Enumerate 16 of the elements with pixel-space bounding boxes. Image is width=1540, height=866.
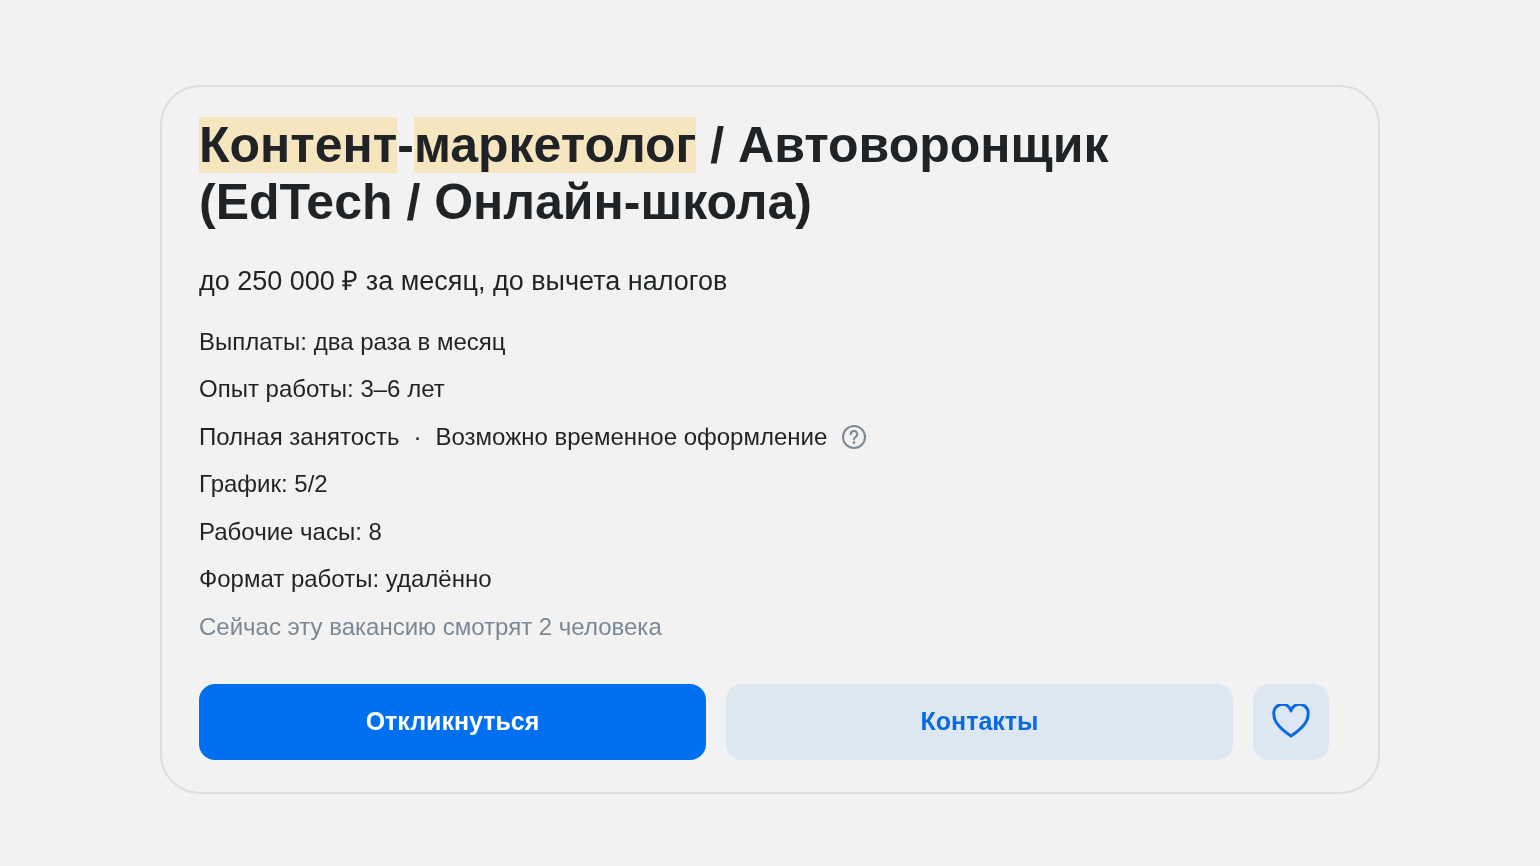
salary-text: до 250 000 ₽ за месяц, до вычета налогов (199, 265, 729, 298)
contacts-button[interactable]: Контакты (726, 683, 1233, 760)
detail-text: Формат работы: удалённо (199, 565, 492, 594)
help-icon[interactable] (841, 423, 868, 450)
detail-text: Выплаты: два раза в месяц (199, 327, 506, 356)
detail-text: Возможно временное оформление (435, 422, 828, 451)
detail-text: График: 5/2 (199, 470, 328, 499)
vacancy-title: Контент-маркетолог / Автоворонщик (EdTech / Онлайн-школа) (199, 117, 1110, 231)
favorite-button[interactable] (1253, 683, 1329, 760)
detail-text: Полная занятость (199, 422, 400, 451)
detail-text: Опыт работы: 3–6 лет (199, 375, 445, 404)
detail-text: Рабочие часы: 8 (199, 517, 382, 546)
respond-button[interactable]: Откликнуться (199, 683, 706, 760)
heart-icon (1271, 703, 1311, 740)
separator-dot: · (413, 422, 422, 451)
viewers-text: Сейчас эту вакансию смотрят 2 человека (199, 611, 663, 642)
